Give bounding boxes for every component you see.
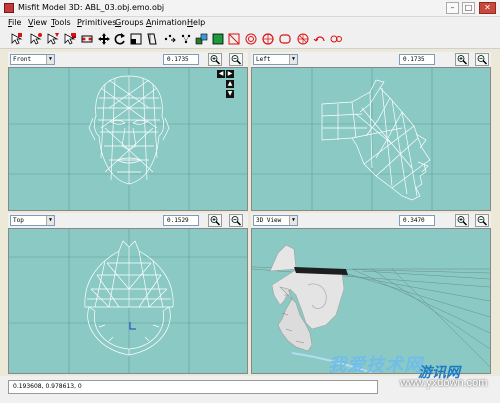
window-title: Misfit Model 3D: ABL_03.obj.emo.obj — [18, 3, 165, 12]
move-icon[interactable] — [97, 32, 111, 46]
left-viewport-canvas[interactable] — [251, 67, 491, 211]
left-view-select[interactable]: Left ▼ — [253, 54, 298, 65]
3d-viewport: 3D View ▼ 0.3470 — [251, 213, 491, 374]
app-icon — [4, 3, 14, 13]
arrow-left-icon[interactable]: ◀ — [217, 70, 225, 78]
minimize-button[interactable]: – — [446, 2, 459, 14]
ellipsoid-icon[interactable] — [227, 32, 241, 46]
watermark-text: 我爱技术网 — [328, 355, 423, 376]
select-bone-icon[interactable] — [80, 32, 94, 46]
front-zoom-in-button[interactable] — [208, 53, 222, 66]
zoom-out-icon — [231, 55, 242, 65]
menu-groups[interactable]: Groups — [115, 18, 144, 27]
front-view-select[interactable]: Front ▼ — [10, 54, 55, 65]
coordinates-readout: 0.193608, 0.978613, 0 — [8, 380, 378, 394]
front-viewport-canvas[interactable]: ◀ ▶ ▲ ▼ — [8, 67, 248, 211]
cube-icon[interactable] — [211, 32, 225, 46]
3d-zoom-input[interactable]: 0.3470 — [399, 215, 435, 226]
cylinder-icon[interactable] — [261, 32, 275, 46]
chevron-down-icon: ▼ — [289, 55, 297, 64]
torus-icon[interactable] — [244, 32, 258, 46]
close-button[interactable]: ✕ — [479, 2, 496, 14]
left-zoom-in-button[interactable] — [455, 53, 469, 66]
polygon-icon[interactable] — [278, 32, 292, 46]
top-zoom-in-button[interactable] — [208, 214, 222, 227]
zoom-in-icon — [457, 216, 468, 226]
front-viewport: Front ▼ 0.1735 ◀ ▶ ▲ ▼ — [8, 52, 248, 211]
menu-file[interactable]: File — [8, 18, 21, 27]
bone-icon[interactable] — [195, 32, 209, 46]
nav-arrows: ◀ ▶ ▲ ▼ — [217, 70, 239, 102]
toolbar — [0, 29, 500, 49]
text-icon[interactable] — [296, 32, 310, 46]
background-icon[interactable] — [329, 32, 343, 46]
select-face-icon[interactable] — [46, 32, 60, 46]
menu-view[interactable]: View — [28, 18, 47, 27]
chevron-down-icon: ▼ — [46, 55, 54, 64]
top-zoom-input[interactable]: 0.1529 — [163, 215, 199, 226]
front-zoom-input[interactable]: 0.1735 — [163, 54, 199, 65]
rotate-icon[interactable] — [113, 32, 127, 46]
chevron-down-icon: ▼ — [289, 216, 297, 225]
chevron-down-icon: ▼ — [46, 216, 54, 225]
attract-icon[interactable] — [179, 32, 193, 46]
top-view-select[interactable]: Top ▼ — [10, 215, 55, 226]
zoom-out-icon — [477, 216, 488, 226]
zoom-out-icon — [231, 216, 242, 226]
3d-view-select[interactable]: 3D View ▼ — [253, 215, 298, 226]
watermark-url: www.yxdown.com — [400, 377, 488, 389]
select-icon[interactable] — [10, 32, 24, 46]
select-group-icon[interactable] — [63, 32, 77, 46]
top-viewport-canvas[interactable] — [8, 228, 248, 374]
select-vertex-icon[interactable] — [29, 32, 43, 46]
left-zoom-input[interactable]: 0.1735 — [399, 54, 435, 65]
menu-help[interactable]: Help — [187, 18, 205, 27]
left-zoom-out-button[interactable] — [475, 53, 489, 66]
arrow-down-icon[interactable]: ▼ — [226, 90, 234, 98]
scale-icon[interactable] — [129, 32, 143, 46]
arrow-right-icon[interactable]: ▶ — [226, 70, 234, 78]
top-viewport: Top ▼ 0.1529 — [8, 213, 248, 374]
menu-animation[interactable]: Animation — [146, 18, 187, 27]
top-wireframe — [9, 229, 247, 373]
zoom-in-icon — [210, 216, 221, 226]
extrude-icon[interactable] — [163, 32, 177, 46]
shear-icon[interactable] — [145, 32, 159, 46]
3d-zoom-out-button[interactable] — [475, 214, 489, 227]
menu-bar: File View Tools Primitives Groups Animat… — [0, 17, 500, 29]
zoom-in-icon — [457, 55, 468, 65]
front-wireframe — [9, 68, 247, 210]
left-viewport: Left ▼ 0.1735 — [251, 52, 491, 211]
left-wireframe — [252, 68, 490, 210]
drag-vertex-icon[interactable] — [313, 32, 327, 46]
zoom-out-icon — [477, 55, 488, 65]
3d-zoom-in-button[interactable] — [455, 214, 469, 227]
front-zoom-out-button[interactable] — [229, 53, 243, 66]
maximize-button[interactable]: □ — [462, 2, 475, 14]
menu-tools[interactable]: Tools — [51, 18, 71, 27]
zoom-in-icon — [210, 55, 221, 65]
arrow-up-icon[interactable]: ▲ — [226, 80, 234, 88]
menu-primitives[interactable]: Primitives — [77, 18, 116, 27]
top-zoom-out-button[interactable] — [229, 214, 243, 227]
title-bar: Misfit Model 3D: ABL_03.obj.emo.obj – □ … — [0, 0, 500, 17]
